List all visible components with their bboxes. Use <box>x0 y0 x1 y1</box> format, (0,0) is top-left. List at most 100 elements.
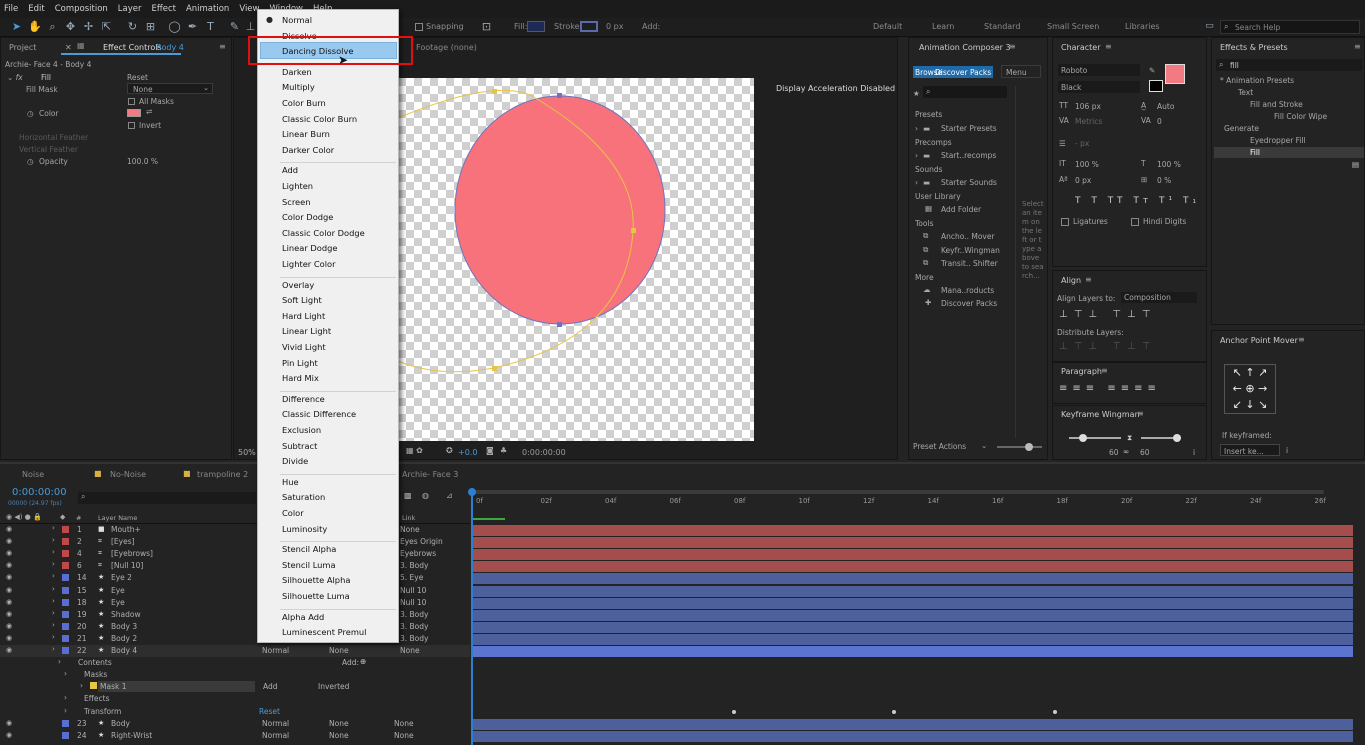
layer-row[interactable]: ◉ › 21 ★ Body 2 3. Body <box>0 633 470 645</box>
layer-duration-bar[interactable] <box>473 549 1353 561</box>
menu-edit[interactable]: Edit <box>28 4 44 14</box>
blend-mode-dropdown[interactable]: Normal <box>262 731 289 740</box>
expand-chevron-icon[interactable]: › <box>52 536 55 544</box>
layer-parent[interactable]: None <box>394 731 414 740</box>
layer-parent[interactable]: 3. Body <box>400 634 428 643</box>
eyedropper-icon[interactable]: ⇌ <box>146 107 152 116</box>
layer-row[interactable]: ◉ › 14 ★ Eye 2 5. Eye <box>0 572 470 584</box>
all-masks-checkbox[interactable] <box>128 98 135 105</box>
visibility-eye-icon[interactable]: ◉ <box>6 537 12 545</box>
layer-label-color[interactable] <box>62 622 69 630</box>
blend-mode-item[interactable]: Saturation <box>282 492 325 502</box>
align-to-dropdown[interactable]: Composition <box>1121 292 1197 303</box>
blend-mode-item[interactable]: Hard Mix <box>282 373 319 383</box>
panel-menu-icon[interactable]: ≡ <box>1354 42 1361 51</box>
pen-tool-icon[interactable]: ✒ <box>186 20 199 33</box>
blend-mode-item[interactable]: Pin Light <box>282 358 318 368</box>
starter-precomps-item[interactable]: Start..recomps <box>941 151 996 160</box>
menu-effect[interactable]: Effect <box>152 4 176 14</box>
timeline-tab-trampoline[interactable]: trampoline 2 <box>197 470 248 479</box>
effects-search-input[interactable]: ⌕ fill <box>1216 59 1362 71</box>
tree-text[interactable]: Text <box>1238 88 1253 97</box>
layer-duration-bar[interactable] <box>473 718 1353 730</box>
visibility-eye-icon[interactable]: ◉ <box>6 561 12 569</box>
chain-link-icon[interactable]: ∞ <box>1123 447 1129 456</box>
search-help-box[interactable]: ⌕ Search Help <box>1220 20 1360 34</box>
keyframe-mode-dropdown[interactable]: Insert ke... <box>1220 444 1280 456</box>
blend-mode-item[interactable]: Darker Color <box>282 145 334 155</box>
layer-row[interactable]: ◉ › 22 ★ Body 4 None Normal None <box>0 645 470 657</box>
visibility-eye-icon[interactable]: ◉ <box>6 610 12 618</box>
menu-file[interactable]: File <box>4 4 18 14</box>
add-label[interactable]: Add: <box>642 22 660 31</box>
ease-in-value[interactable]: 60 <box>1109 448 1119 457</box>
blend-mode-item[interactable]: Color Burn <box>282 98 326 108</box>
layer-name[interactable]: Shadow <box>111 610 141 619</box>
layer-label-color[interactable] <box>62 586 69 594</box>
horizontal-scale-value[interactable]: 100 % <box>1157 160 1181 169</box>
add-property-button[interactable]: Add: <box>342 658 359 667</box>
snapping-checkbox[interactable] <box>415 23 423 31</box>
ligatures-checkbox[interactable] <box>1061 218 1069 226</box>
stopwatch-icon[interactable]: ◷ <box>27 157 34 166</box>
expand-chevron-icon[interactable]: › <box>52 560 55 568</box>
tree-fill-color-wipe[interactable]: Fill Color Wipe <box>1274 112 1327 121</box>
timeline-tab-archie-face3[interactable]: Archie- Face 3 <box>402 470 458 479</box>
effects-presets-title[interactable]: Effects & Presets <box>1220 43 1288 52</box>
layer-label-color[interactable] <box>62 526 69 533</box>
new-item-icon[interactable]: ▤ <box>1352 160 1359 169</box>
visibility-eye-icon[interactable]: ◉ <box>6 646 12 654</box>
layer-row[interactable]: ◉ › 4 ⌗ [Eyebrows] Eyebrows <box>0 548 470 560</box>
blend-mode-item[interactable]: Darken <box>282 67 312 77</box>
ellipse-tool-icon[interactable]: ◯ <box>168 20 181 33</box>
layer-name[interactable]: [Eyebrows] <box>111 549 153 558</box>
anchor-grid[interactable]: ↖ ↑ ↗ ← ⊕ → ↙ ↓ ↘ <box>1224 364 1276 414</box>
layer-label-color[interactable] <box>62 550 69 558</box>
chevron-right-icon[interactable]: › <box>915 151 918 160</box>
layer-label-color[interactable] <box>62 562 69 570</box>
character-title[interactable]: Character <box>1061 43 1101 52</box>
fx-expand-icon[interactable]: ⌄ fx <box>7 73 23 82</box>
font-family-dropdown[interactable]: Roboto <box>1058 64 1140 76</box>
property-name[interactable]: Effects <box>84 694 110 703</box>
panel-menu-icon[interactable]: ≡ <box>1101 366 1108 375</box>
add-icon[interactable]: ⊕ <box>360 657 366 666</box>
expand-chevron-icon[interactable]: › <box>52 597 55 605</box>
layer-name[interactable]: Eye <box>111 598 125 607</box>
size-slider[interactable] <box>997 443 1042 451</box>
blend-mode-item[interactable]: Silhouette Luma <box>282 591 350 601</box>
workspace-menu-icon[interactable]: ▭ <box>1203 20 1216 33</box>
type-tool-icon[interactable]: T <box>204 20 217 33</box>
blend-mode-item[interactable]: Linear Burn <box>282 129 330 139</box>
tracking-value[interactable]: 0 <box>1157 117 1162 126</box>
hindi-digits-checkbox[interactable] <box>1131 218 1139 226</box>
workspace-learn[interactable]: Learn <box>932 22 954 31</box>
fill-swatch[interactable] <box>527 21 545 32</box>
exposure-reset-icon[interactable]: ✪ <box>446 446 453 455</box>
brush-tool-icon[interactable]: ✎ <box>228 20 241 33</box>
blend-mode-item[interactable]: Linear Light <box>282 326 331 336</box>
visibility-eye-icon[interactable]: ◉ <box>6 598 12 606</box>
tool-anchor-mover[interactable]: Ancho.. Mover <box>941 232 995 241</box>
info-icon[interactable]: i <box>1193 448 1195 457</box>
selection-tool-icon[interactable]: ➤ <box>10 20 23 33</box>
property-row[interactable]: › Effects <box>0 693 470 705</box>
blend-mode-item[interactable]: Color <box>282 508 304 518</box>
layer-duration-bar[interactable] <box>473 597 1353 609</box>
layer-duration-bar[interactable] <box>473 561 1353 573</box>
comp-timecode[interactable]: 0:00:00:00 <box>522 448 566 457</box>
blend-mode-dropdown[interactable]: Normal <box>262 646 289 655</box>
workspace-libraries[interactable]: Libraries <box>1125 22 1160 31</box>
layer-name[interactable]: Mouth+ <box>111 525 141 534</box>
panel-menu-icon[interactable]: ≡ <box>1105 42 1112 51</box>
leading-value[interactable]: Auto <box>1157 102 1174 111</box>
align-buttons[interactable]: ⊥⊤⊥ ⊤⊥⊤ <box>1059 309 1156 320</box>
visibility-eye-icon[interactable]: ◉ <box>6 525 12 533</box>
tree-fill-and-stroke[interactable]: Fill and Stroke <box>1250 100 1303 109</box>
distribute-buttons[interactable]: ⊥⊤⊥ ⊤⊥⊤ <box>1059 341 1156 352</box>
expand-chevron-icon[interactable]: › <box>64 669 67 678</box>
ease-out-value[interactable]: 60 <box>1140 448 1150 457</box>
trackmatte-dropdown[interactable]: None <box>329 646 349 655</box>
discover-packs-link[interactable]: Discover Packs <box>941 299 997 308</box>
chevron-right-icon[interactable]: › <box>915 124 918 133</box>
